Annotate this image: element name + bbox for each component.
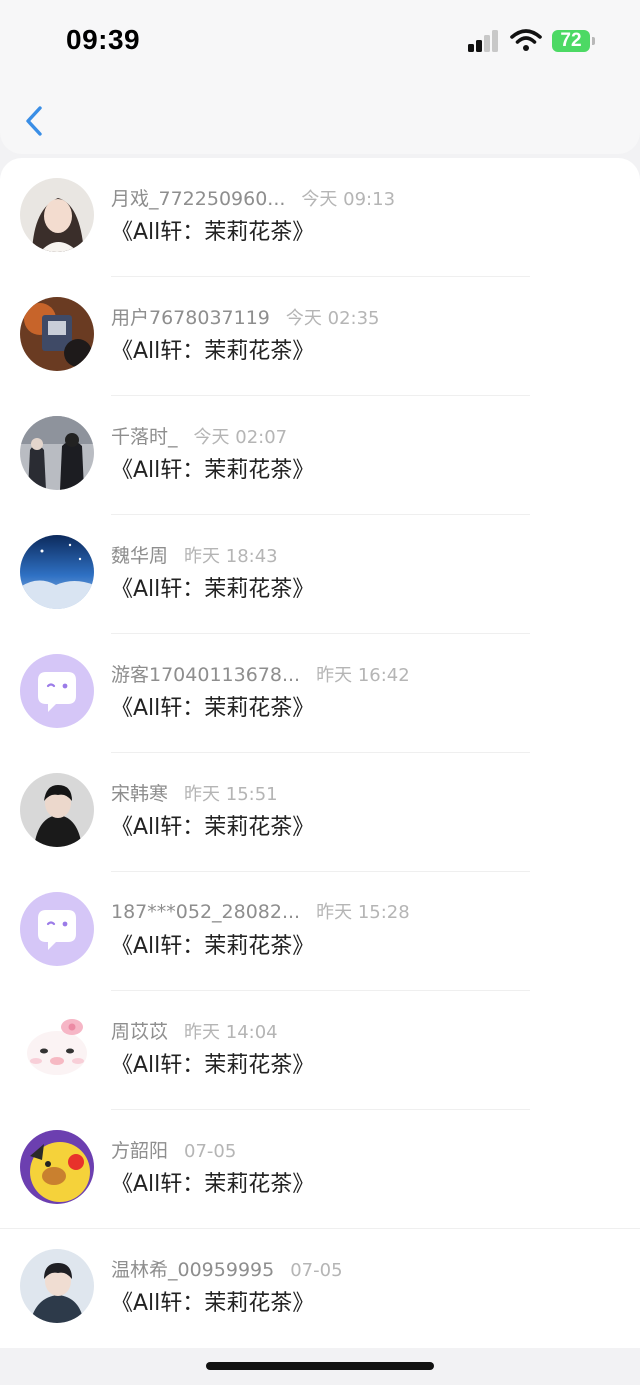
battery-icon: 72 [552, 30, 590, 52]
avatar [20, 1011, 94, 1085]
list-item[interactable]: 用户7678037119 今天 02:35 《All轩：茉莉花茶》 [0, 277, 640, 396]
sender-name: 千落时_ [111, 426, 178, 448]
sender-name: 温林希_00959995 [111, 1259, 275, 1281]
list-item[interactable]: 温林希_00959995 07-05 《All轩：茉莉花茶》 [0, 1229, 640, 1348]
message-time: 昨天 15:28 [316, 902, 410, 923]
sender-name: 宋韩寒 [111, 783, 169, 805]
avatar [20, 773, 94, 847]
list-item[interactable]: 魏华周 昨天 18:43 《All轩：茉莉花茶》 [0, 515, 640, 634]
message-preview: 《All轩：茉莉花茶》 [111, 934, 315, 959]
avatar [20, 535, 94, 609]
message-time: 昨天 16:42 [316, 665, 410, 686]
message-preview: 《All轩：茉莉花茶》 [111, 458, 315, 483]
message-time: 昨天 14:04 [184, 1022, 278, 1043]
item-meta: 千落时_ 今天 02:07 [111, 422, 287, 452]
message-preview: 《All轩：茉莉花茶》 [111, 339, 315, 364]
item-meta: 宋韩寒 昨天 15:51 [111, 779, 278, 809]
avatar [20, 297, 94, 371]
list-item[interactable]: 187***052_28082... 昨天 15:28 《All轩：茉莉花茶》 [0, 872, 640, 991]
message-preview: 《All轩：茉莉花茶》 [111, 1172, 315, 1197]
avatar [20, 416, 94, 490]
list-item[interactable]: 宋韩寒 昨天 15:51 《All轩：茉莉花茶》 [0, 753, 640, 872]
message-preview: 《All轩：茉莉花茶》 [111, 815, 315, 840]
list-item[interactable]: 月戏_772250960... 今天 09:13 《All轩：茉莉花茶》 [0, 158, 640, 277]
sender-name: 游客17040113678... [111, 664, 301, 686]
chevron-left-icon[interactable] [22, 104, 50, 138]
sender-name: 187***052_28082... [111, 901, 301, 923]
message-preview: 《All轩：茉莉花茶》 [111, 1053, 315, 1078]
wifi-icon [510, 29, 542, 51]
item-meta: 方韶阳 07-05 [111, 1136, 236, 1166]
message-preview: 《All轩：茉莉花茶》 [111, 220, 315, 245]
message-preview: 《All轩：茉莉花茶》 [111, 577, 315, 602]
avatar [20, 1130, 94, 1204]
message-preview: 《All轩：茉莉花茶》 [111, 1291, 315, 1316]
message-time: 今天 02:35 [285, 308, 380, 329]
list-item[interactable]: 方韶阳 07-05 《All轩：茉莉花茶》 [0, 1110, 640, 1229]
list-item[interactable]: 千落时_ 今天 02:07 《All轩：茉莉花茶》 [0, 396, 640, 515]
item-meta: 周苡苡 昨天 14:04 [111, 1017, 278, 1047]
status-bar: 09:39 72 [0, 0, 640, 86]
item-meta: 月戏_772250960... 今天 09:13 [111, 184, 395, 214]
item-meta: 游客17040113678... 昨天 16:42 [111, 660, 410, 690]
list-item[interactable]: 周苡苡 昨天 14:04 《All轩：茉莉花茶》 [0, 991, 640, 1110]
avatar [20, 178, 94, 252]
navigation-bar [0, 86, 640, 154]
sender-name: 周苡苡 [111, 1021, 169, 1043]
sender-name: 月戏_772250960... [111, 188, 286, 210]
message-time: 今天 09:13 [301, 189, 396, 210]
message-time: 07-05 [184, 1141, 237, 1162]
home-indicator-area [0, 1348, 640, 1385]
status-time: 09:39 [66, 24, 141, 55]
sender-name: 方韶阳 [111, 1140, 169, 1162]
avatar [20, 1249, 94, 1323]
home-indicator[interactable] [206, 1362, 434, 1370]
item-meta: 用户7678037119 今天 02:35 [111, 303, 380, 333]
message-time: 07-05 [290, 1260, 343, 1281]
message-time: 昨天 18:43 [184, 546, 278, 567]
default-chat-avatar-icon [20, 654, 94, 728]
sender-name: 用户7678037119 [111, 307, 270, 329]
item-meta: 187***052_28082... 昨天 15:28 [111, 898, 410, 928]
default-chat-avatar-icon [20, 892, 94, 966]
battery-tip [592, 37, 595, 45]
cellular-signal-icon [468, 30, 500, 52]
message-time: 今天 02:07 [193, 427, 288, 448]
message-preview: 《All轩：茉莉花茶》 [111, 696, 315, 721]
message-list: 月戏_772250960... 今天 09:13 《All轩：茉莉花茶》 用户76… [0, 158, 640, 1348]
sender-name: 魏华周 [111, 545, 169, 567]
message-time: 昨天 15:51 [184, 784, 278, 805]
item-meta: 魏华周 昨天 18:43 [111, 541, 278, 571]
list-item[interactable]: 游客17040113678... 昨天 16:42 《All轩：茉莉花茶》 [0, 634, 640, 753]
item-meta: 温林希_00959995 07-05 [111, 1255, 343, 1285]
